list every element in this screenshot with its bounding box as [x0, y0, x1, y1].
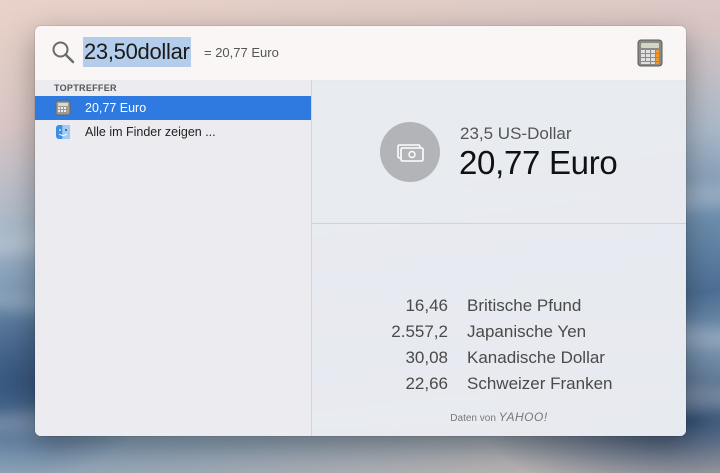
finder-icon	[56, 125, 70, 139]
conversion-row: 16,46 Britische Pfund	[312, 293, 686, 319]
conversion-row: 22,66 Schweizer Franken	[312, 371, 686, 397]
preview-pane: 23,5 US-Dollar 20,77 Euro 16,46 Britisch…	[312, 80, 686, 436]
result-item-euro[interactable]: 20,77 Euro	[35, 96, 311, 120]
spotlight-window: 23,50dollar = 20,77 Euro TOPTREFFER 20,7…	[35, 26, 686, 436]
attribution-prefix: Daten von	[450, 413, 496, 424]
data-attribution[interactable]: Daten von YAHOO!	[312, 410, 686, 424]
conversion-value: 16,46	[405, 296, 448, 315]
source-amount: 23,5 US-Dollar	[460, 124, 572, 143]
divider	[312, 223, 686, 224]
results-list: TOPTREFFER 20,77 Euro Alle im Finder zei…	[35, 80, 312, 436]
result-item-label: Alle im Finder zeigen ...	[85, 125, 216, 139]
result-item-show-in-finder[interactable]: Alle im Finder zeigen ...	[35, 120, 311, 144]
yahoo-logo: YAHOO!	[498, 410, 548, 424]
conversion-currency: Britische Pfund	[467, 296, 582, 315]
inline-result: = 20,77 Euro	[204, 45, 279, 60]
search-icon	[52, 41, 75, 64]
conversion-row: 30,08 Kanadische Dollar	[312, 345, 686, 371]
conversion-currency: Schweizer Franken	[467, 374, 613, 393]
converted-amount: 20,77 Euro	[459, 144, 618, 181]
section-header: TOPTREFFER	[54, 83, 117, 93]
conversion-currency: Kanadische Dollar	[467, 348, 605, 367]
result-item-label: 20,77 Euro	[85, 101, 147, 115]
currency-icon	[380, 122, 440, 182]
conversion-value: 30,08	[405, 348, 448, 367]
search-bar[interactable]: 23,50dollar = 20,77 Euro	[35, 26, 686, 81]
conversion-value: 22,66	[405, 374, 448, 393]
calculator-icon	[637, 39, 663, 67]
conversion-value: 2.557,2	[391, 322, 448, 341]
conversion-row: 2.557,2 Japanische Yen	[312, 319, 686, 345]
conversion-currency: Japanische Yen	[467, 322, 587, 341]
calculator-icon	[55, 100, 71, 116]
search-input[interactable]: 23,50dollar	[83, 37, 191, 67]
